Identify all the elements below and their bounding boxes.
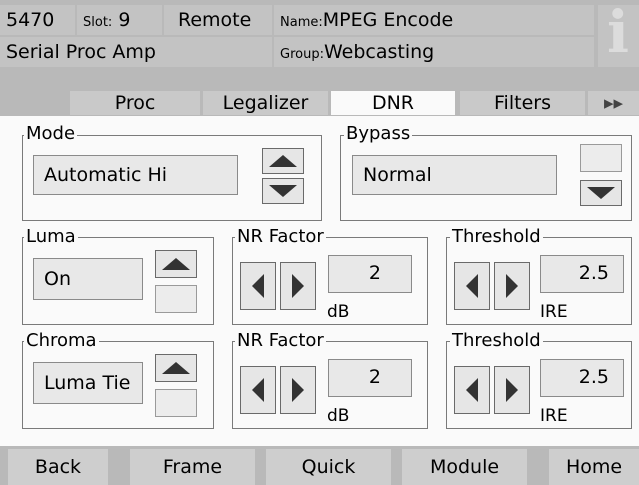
luma-threshold-legend: Threshold bbox=[450, 226, 543, 247]
luma-nr-legend: NR Factor bbox=[235, 226, 326, 247]
tab-proc[interactable]: Proc bbox=[70, 91, 200, 115]
luma-nr-unit: dB bbox=[327, 302, 350, 322]
mode-up-button[interactable] bbox=[262, 148, 304, 174]
luma-nr-value: 2 bbox=[328, 255, 412, 293]
home-button-label: Home bbox=[565, 456, 623, 478]
header-group-cell: Group:Webcasting bbox=[274, 37, 594, 67]
chroma-legend: Chroma bbox=[24, 330, 99, 351]
back-button-label: Back bbox=[34, 456, 82, 478]
mode-legend: Mode bbox=[24, 123, 78, 144]
chroma-nr-decrease-button[interactable] bbox=[240, 366, 276, 414]
info-icon: i bbox=[607, 0, 630, 66]
left-arrow-icon bbox=[466, 274, 478, 298]
frame-button-label: Frame bbox=[162, 456, 223, 478]
header-slot-cell: Slot: 9 bbox=[77, 5, 162, 35]
tab-dnr[interactable]: DNR bbox=[331, 91, 455, 115]
up-arrow-icon bbox=[269, 155, 297, 167]
name-value: MPEG Encode bbox=[322, 9, 454, 31]
mode-down-button[interactable] bbox=[262, 178, 304, 204]
header-name-cell: Name:MPEG Encode bbox=[274, 5, 594, 35]
luma-value[interactable]: On bbox=[33, 258, 143, 300]
chroma-value[interactable]: Luma Tie bbox=[33, 362, 143, 404]
left-arrow-icon bbox=[466, 378, 478, 402]
right-arrow-icon bbox=[506, 274, 518, 298]
bypass-legend: Bypass bbox=[344, 123, 413, 144]
module-button-label: Module bbox=[429, 456, 500, 478]
name-label: Name: bbox=[280, 15, 323, 30]
chroma-up-button[interactable] bbox=[155, 354, 197, 382]
chroma-nr-increase-button[interactable] bbox=[280, 366, 316, 414]
bypass-value-text: Normal bbox=[363, 164, 432, 186]
right-arrow-icon bbox=[506, 378, 518, 402]
right-arrow-icon bbox=[292, 274, 304, 298]
back-button[interactable]: Back bbox=[8, 449, 108, 485]
quick-button[interactable]: Quick bbox=[266, 449, 391, 485]
luma-legend: Luma bbox=[24, 226, 78, 247]
tab-more[interactable]: ▸▸ bbox=[588, 91, 639, 115]
chroma-nr-unit: dB bbox=[327, 406, 350, 426]
chroma-threshold-unit: IRE bbox=[540, 406, 568, 426]
chroma-nr-value: 2 bbox=[328, 359, 412, 397]
chroma-threshold-value: 2.5 bbox=[540, 359, 624, 397]
left-arrow-icon bbox=[252, 274, 264, 298]
luma-nr-value-text: 2 bbox=[368, 262, 381, 284]
chroma-value-text: Luma Tie bbox=[44, 372, 131, 394]
luma-nr-increase-button[interactable] bbox=[280, 262, 316, 310]
bypass-down-button[interactable] bbox=[580, 180, 622, 206]
remote-status: Remote bbox=[178, 9, 252, 31]
chroma-down-button[interactable] bbox=[155, 389, 197, 417]
chroma-nr-legend: NR Factor bbox=[235, 330, 326, 351]
left-arrow-icon bbox=[252, 378, 264, 402]
luma-threshold-decrease-button[interactable] bbox=[454, 262, 490, 310]
header-mode-cell: Remote bbox=[164, 5, 272, 35]
down-arrow-icon bbox=[587, 187, 615, 199]
down-arrow-icon bbox=[269, 185, 297, 197]
device-name: Serial Proc Amp bbox=[6, 41, 156, 63]
frame-button[interactable]: Frame bbox=[130, 449, 255, 485]
slot-label: Slot: bbox=[83, 15, 113, 30]
tab-dnr-label: DNR bbox=[371, 92, 415, 114]
up-arrow-icon bbox=[162, 258, 190, 270]
luma-nr-decrease-button[interactable] bbox=[240, 262, 276, 310]
module-button[interactable]: Module bbox=[402, 449, 527, 485]
mode-value[interactable]: Automatic Hi bbox=[33, 155, 238, 195]
luma-threshold-increase-button[interactable] bbox=[494, 262, 530, 310]
header-device-cell: Serial Proc Amp bbox=[0, 37, 272, 67]
luma-threshold-value-text: 2.5 bbox=[578, 262, 609, 284]
header-id-cell: 5470 bbox=[0, 5, 75, 35]
tab-legalizer[interactable]: Legalizer bbox=[203, 91, 328, 115]
device-id: 5470 bbox=[6, 9, 55, 31]
chroma-nr-value-text: 2 bbox=[368, 366, 381, 388]
chroma-threshold-increase-button[interactable] bbox=[494, 366, 530, 414]
group-value: Webcasting bbox=[323, 41, 435, 63]
tab-proc-label: Proc bbox=[114, 92, 156, 114]
tab-legalizer-label: Legalizer bbox=[222, 92, 309, 114]
bypass-up-button[interactable] bbox=[580, 144, 622, 172]
group-label: Group: bbox=[280, 47, 324, 62]
right-arrow-icon bbox=[292, 378, 304, 402]
quick-button-label: Quick bbox=[301, 456, 356, 478]
more-tabs-icon: ▸▸ bbox=[603, 92, 624, 114]
mode-value-text: Automatic Hi bbox=[44, 164, 168, 186]
luma-down-button[interactable] bbox=[155, 285, 197, 313]
luma-threshold-value: 2.5 bbox=[540, 255, 624, 293]
tab-filters[interactable]: Filters bbox=[460, 91, 585, 115]
slot-value: 9 bbox=[118, 9, 131, 31]
luma-value-text: On bbox=[44, 268, 71, 290]
up-arrow-icon bbox=[162, 362, 190, 374]
bypass-value[interactable]: Normal bbox=[352, 155, 557, 195]
chroma-threshold-legend: Threshold bbox=[450, 330, 543, 351]
luma-up-button[interactable] bbox=[155, 250, 197, 278]
info-button[interactable]: i bbox=[598, 1, 639, 67]
tab-filters-label: Filters bbox=[494, 92, 551, 114]
chroma-threshold-value-text: 2.5 bbox=[578, 366, 609, 388]
chroma-threshold-decrease-button[interactable] bbox=[454, 366, 490, 414]
home-button[interactable]: Home bbox=[549, 449, 639, 485]
luma-threshold-unit: IRE bbox=[540, 302, 568, 322]
